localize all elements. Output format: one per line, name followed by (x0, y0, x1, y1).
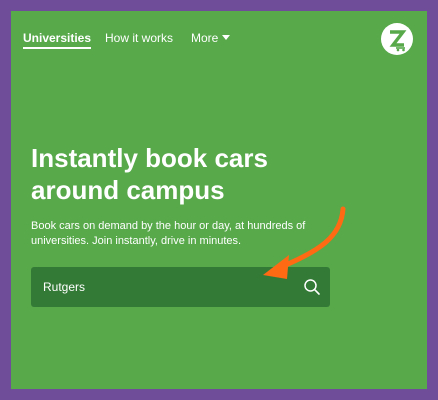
search-icon[interactable] (302, 277, 322, 297)
zipcar-logo-icon[interactable] (381, 23, 413, 55)
page-frame: Universities How it works More Instantly… (11, 11, 427, 389)
top-nav: Universities How it works More (11, 11, 427, 71)
university-search-input[interactable] (31, 267, 291, 307)
nav-universities[interactable]: Universities (23, 31, 92, 49)
chevron-down-icon (222, 35, 231, 41)
search-bar (31, 267, 330, 307)
nav-more-dropdown[interactable]: More (191, 31, 231, 45)
nav-more-label: More (191, 31, 219, 45)
nav-how-it-works[interactable]: How it works (105, 31, 173, 45)
hero-subtitle: Book cars on demand by the hour or day, … (31, 220, 306, 247)
hero-title: Instantly book cars around campus (31, 143, 268, 205)
